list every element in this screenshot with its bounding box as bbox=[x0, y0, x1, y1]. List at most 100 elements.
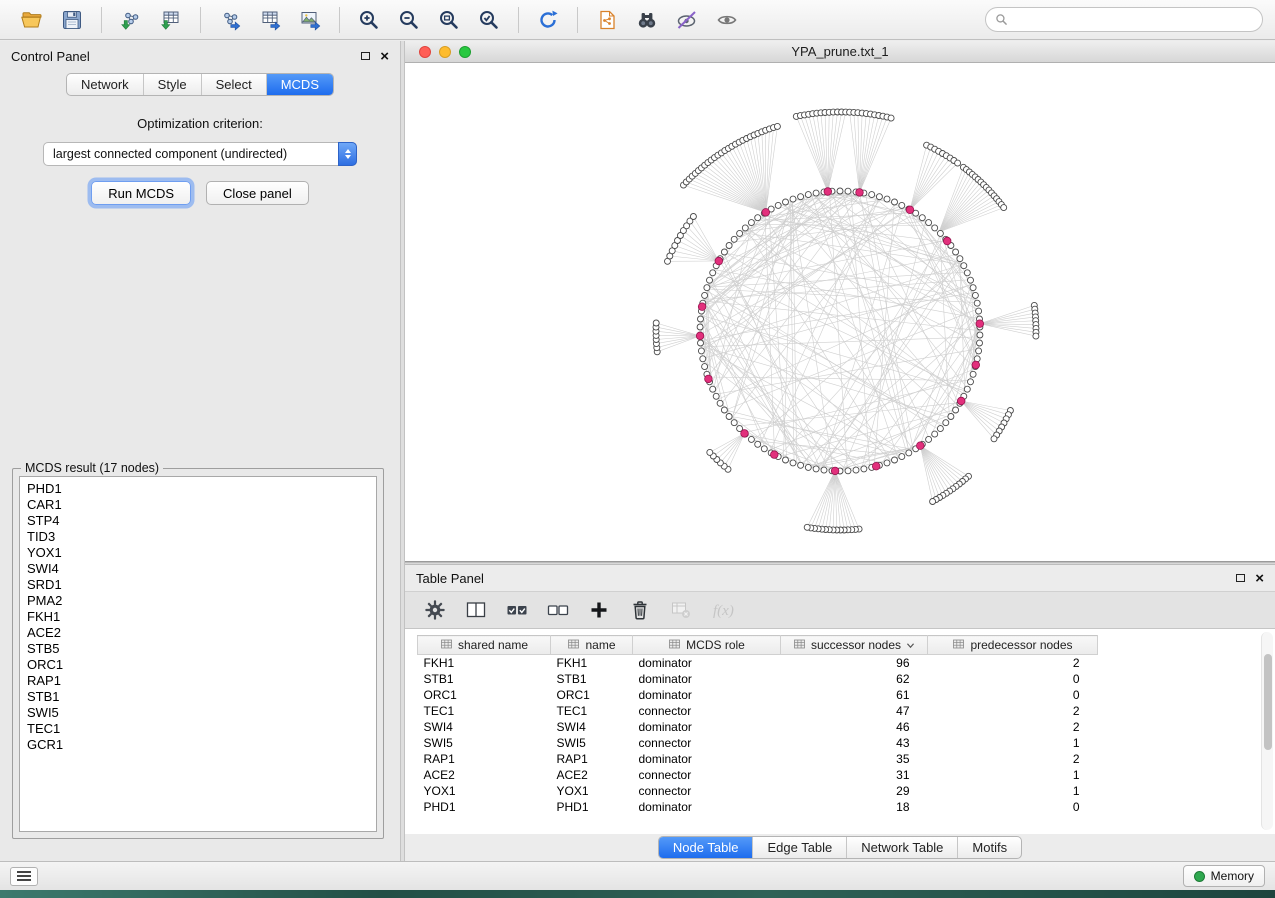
window-zoom-button[interactable] bbox=[459, 46, 471, 58]
mcds-result-item[interactable]: ACE2 bbox=[27, 625, 376, 641]
control-panel-title: Control Panel bbox=[11, 49, 90, 64]
mcds-result-item[interactable]: ORC1 bbox=[27, 657, 376, 673]
tab-network[interactable]: Network bbox=[67, 74, 143, 95]
column-header-predecessor-nodes[interactable]: predecessor nodes bbox=[928, 636, 1098, 655]
apply-style-icon[interactable] bbox=[587, 4, 627, 36]
zoom-selected-icon[interactable] bbox=[469, 4, 509, 36]
table-row[interactable]: ORC1ORC1dominator610 bbox=[418, 687, 1098, 703]
toolbar-separator bbox=[339, 7, 340, 33]
tab-motifs[interactable]: Motifs bbox=[957, 837, 1021, 858]
find-neighbors-icon[interactable] bbox=[627, 4, 667, 36]
open-file-icon[interactable] bbox=[12, 4, 52, 36]
criterion-dropdown[interactable]: largest connected component (undirected) bbox=[43, 142, 357, 166]
search-field[interactable] bbox=[985, 7, 1263, 32]
mcds-result-item[interactable]: PHD1 bbox=[27, 481, 376, 497]
table-cell: RAP1 bbox=[418, 751, 551, 767]
table-cell: 29 bbox=[781, 783, 928, 799]
mcds-result-item[interactable]: GCR1 bbox=[27, 737, 376, 753]
table-row[interactable]: FKH1FKH1dominator962 bbox=[418, 655, 1098, 671]
table-tabbar: Node TableEdge TableNetwork TableMotifs bbox=[405, 834, 1275, 861]
mcds-result-item[interactable]: RAP1 bbox=[27, 673, 376, 689]
mcds-panel: Optimization criterion: largest connecte… bbox=[0, 96, 400, 205]
mcds-result-item[interactable]: STB5 bbox=[27, 641, 376, 657]
refresh-layout-icon[interactable] bbox=[528, 4, 568, 36]
table-row[interactable]: SWI5SWI5connector431 bbox=[418, 735, 1098, 751]
mcds-result-item[interactable]: PMA2 bbox=[27, 593, 376, 609]
close-mcds-panel-button[interactable]: Close panel bbox=[206, 181, 309, 205]
table-cell: STB1 bbox=[418, 671, 551, 687]
mcds-result-item[interactable]: TID3 bbox=[27, 529, 376, 545]
tab-style[interactable]: Style bbox=[143, 74, 201, 95]
table-row[interactable]: PHD1PHD1dominator180 bbox=[418, 799, 1098, 815]
mcds-result-item[interactable]: SRD1 bbox=[27, 577, 376, 593]
float-panel-icon[interactable] bbox=[361, 52, 370, 60]
table-cell: FKH1 bbox=[551, 655, 633, 671]
table-cell: SWI5 bbox=[551, 735, 633, 751]
table-cell: 0 bbox=[928, 687, 1098, 703]
mcds-result-item[interactable]: FKH1 bbox=[27, 609, 376, 625]
graphics-details-icon[interactable] bbox=[667, 4, 707, 36]
table-row[interactable]: ACE2ACE2connector311 bbox=[418, 767, 1098, 783]
column-header-name[interactable]: name bbox=[551, 636, 633, 655]
table-row[interactable]: SWI4SWI4dominator462 bbox=[418, 719, 1098, 735]
show-hide-icon[interactable] bbox=[707, 4, 747, 36]
zoom-in-icon[interactable] bbox=[349, 4, 389, 36]
table-settings-icon[interactable] bbox=[417, 595, 453, 625]
tab-network-table[interactable]: Network Table bbox=[846, 837, 957, 858]
mcds-result-item[interactable]: STB1 bbox=[27, 689, 376, 705]
close-panel-icon[interactable]: × bbox=[380, 49, 389, 64]
export-network-icon[interactable] bbox=[210, 4, 250, 36]
table-cell: 46 bbox=[781, 719, 928, 735]
table-row[interactable]: RAP1RAP1dominator352 bbox=[418, 751, 1098, 767]
tab-select[interactable]: Select bbox=[201, 74, 266, 95]
deselect-all-icon[interactable] bbox=[540, 595, 576, 625]
add-row-icon[interactable] bbox=[581, 595, 617, 625]
search-input[interactable] bbox=[1014, 13, 1253, 27]
column-type-icon bbox=[952, 638, 965, 653]
column-visibility-icon[interactable] bbox=[458, 595, 494, 625]
mcds-result-item[interactable]: TEC1 bbox=[27, 721, 376, 737]
select-all-icon[interactable] bbox=[499, 595, 535, 625]
delete-row-icon[interactable] bbox=[622, 595, 658, 625]
mcds-result-item[interactable]: SWI4 bbox=[27, 561, 376, 577]
table-cell: RAP1 bbox=[551, 751, 633, 767]
zoom-fit-icon[interactable] bbox=[429, 4, 469, 36]
scrollbar-thumb[interactable] bbox=[1264, 654, 1272, 750]
window-close-button[interactable] bbox=[419, 46, 431, 58]
mcds-result-item[interactable]: CAR1 bbox=[27, 497, 376, 513]
column-header-shared-name[interactable]: shared name bbox=[418, 636, 551, 655]
float-table-panel-icon[interactable] bbox=[1236, 574, 1245, 582]
export-table-icon[interactable] bbox=[250, 4, 290, 36]
table-cell: connector bbox=[633, 783, 781, 799]
table-cell: 96 bbox=[781, 655, 928, 671]
status-bar: Memory bbox=[0, 861, 1275, 890]
import-table-icon[interactable] bbox=[151, 4, 191, 36]
panel-menu-button[interactable] bbox=[10, 867, 38, 886]
toolbar-separator bbox=[101, 7, 102, 33]
import-network-icon[interactable] bbox=[111, 4, 151, 36]
table-scrollbar[interactable] bbox=[1261, 632, 1273, 830]
network-canvas[interactable] bbox=[405, 63, 1275, 561]
table-row[interactable]: STB1STB1dominator620 bbox=[418, 671, 1098, 687]
table-row[interactable]: YOX1YOX1connector291 bbox=[418, 783, 1098, 799]
zoom-out-icon[interactable] bbox=[389, 4, 429, 36]
save-session-icon[interactable] bbox=[52, 4, 92, 36]
table-row[interactable]: TEC1TEC1connector472 bbox=[418, 703, 1098, 719]
tab-edge-table[interactable]: Edge Table bbox=[752, 837, 846, 858]
column-header-MCDS-role[interactable]: MCDS role bbox=[633, 636, 781, 655]
close-table-panel-icon[interactable]: × bbox=[1255, 571, 1264, 586]
table-header-row: shared namenameMCDS rolesuccessor nodesp… bbox=[418, 636, 1098, 655]
memory-button[interactable]: Memory bbox=[1183, 865, 1265, 887]
export-image-icon[interactable] bbox=[290, 4, 330, 36]
mcds-result-item[interactable]: SWI5 bbox=[27, 705, 376, 721]
tab-node-table[interactable]: Node Table bbox=[659, 837, 753, 858]
run-mcds-button[interactable]: Run MCDS bbox=[91, 181, 191, 205]
mcds-result-item[interactable]: STP4 bbox=[27, 513, 376, 529]
sort-indicator-icon[interactable] bbox=[906, 638, 915, 652]
dropdown-stepper-icon[interactable] bbox=[338, 142, 357, 166]
table-cell: 18 bbox=[781, 799, 928, 815]
column-header-successor-nodes[interactable]: successor nodes bbox=[781, 636, 928, 655]
mcds-result-item[interactable]: YOX1 bbox=[27, 545, 376, 561]
window-minimize-button[interactable] bbox=[439, 46, 451, 58]
tab-mcds[interactable]: MCDS bbox=[266, 74, 333, 95]
